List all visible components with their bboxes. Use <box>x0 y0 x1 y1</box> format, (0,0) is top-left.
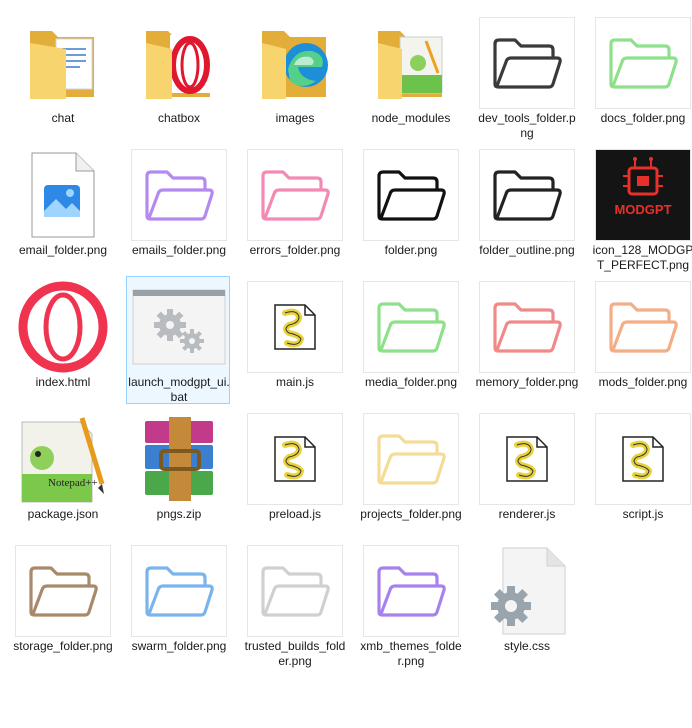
file-item[interactable]: MODGPT icon_128_MODGPT_PERFECT.png <box>590 144 692 272</box>
js-script-file-icon <box>247 281 343 373</box>
file-item[interactable]: script.js <box>590 408 692 536</box>
file-item[interactable]: trusted_builds_folder.png <box>242 540 346 668</box>
file-item[interactable]: node_modules <box>358 12 462 140</box>
file-item[interactable]: email_folder.png <box>10 144 114 272</box>
file-name-label: renderer.js <box>498 507 556 521</box>
folder-outline-icon <box>15 545 111 637</box>
file-name-label: index.html <box>35 375 91 389</box>
file-name-label: images <box>275 111 315 125</box>
file-name-label: storage_folder.png <box>13 639 113 653</box>
folder-outline-icon <box>247 545 343 637</box>
file-name-label: folder.png <box>384 243 438 257</box>
explorer-folder-notepadpp-icon <box>363 17 459 109</box>
winrar-archive-icon <box>131 413 227 505</box>
file-item[interactable]: errors_folder.png <box>242 144 346 272</box>
file-name-label: trusted_builds_folder.png <box>244 639 346 668</box>
svg-text:MODGPT: MODGPT <box>614 202 671 217</box>
file-item[interactable]: folder.png <box>358 144 462 272</box>
file-name-label: pngs.zip <box>156 507 202 521</box>
file-name-label: swarm_folder.png <box>131 639 227 653</box>
folder-outline-icon <box>363 281 459 373</box>
explorer-folder-opera-icon <box>131 17 227 109</box>
file-name-label: dev_tools_folder.png <box>478 111 576 140</box>
file-name-label: memory_folder.png <box>475 375 579 389</box>
file-item[interactable]: emails_folder.png <box>126 144 230 272</box>
file-name-label: icon_128_MODGPT_PERFECT.png <box>592 243 692 272</box>
modgpt-chip-icon: MODGPT <box>595 149 691 241</box>
file-name-label: errors_folder.png <box>249 243 341 257</box>
file-name-label: main.js <box>275 375 314 389</box>
file-grid: chat chatbox images node_modules dev_too… <box>0 0 692 728</box>
file-item[interactable]: xmb_themes_folder.png <box>358 540 462 668</box>
file-name-label: package.json <box>27 507 99 521</box>
file-item[interactable]: images <box>242 12 346 140</box>
file-name-label: chat <box>51 111 75 125</box>
file-name-label: emails_folder.png <box>131 243 227 257</box>
file-item[interactable]: dev_tools_folder.png <box>474 12 578 140</box>
file-name-label: node_modules <box>371 111 451 125</box>
folder-outline-icon <box>595 17 691 109</box>
folder-outline-icon <box>247 149 343 241</box>
file-name-label: launch_modgpt_ui.bat <box>128 375 230 404</box>
opera-logo-icon <box>15 281 111 373</box>
file-name-label: preload.js <box>268 507 322 521</box>
batch-gears-icon <box>131 281 227 373</box>
file-name-label: projects_folder.png <box>360 507 462 521</box>
file-name-label: media_folder.png <box>364 375 458 389</box>
file-item[interactable]: main.js <box>242 276 346 404</box>
file-item[interactable]: storage_folder.png <box>10 540 114 668</box>
explorer-folder-document-icon <box>15 17 111 109</box>
folder-outline-icon <box>479 281 575 373</box>
file-item[interactable]: preload.js <box>242 408 346 536</box>
folder-outline-icon <box>131 149 227 241</box>
file-item[interactable]: docs_folder.png <box>590 12 692 140</box>
explorer-folder-edge-icon <box>247 17 343 109</box>
file-item[interactable]: folder_outline.png <box>474 144 578 272</box>
file-item[interactable]: projects_folder.png <box>358 408 462 536</box>
file-item[interactable]: swarm_folder.png <box>126 540 230 668</box>
folder-outline-icon <box>479 149 575 241</box>
file-item[interactable]: Notepad++ package.json <box>10 408 114 536</box>
file-item[interactable]: launch_modgpt_ui.bat <box>126 276 230 404</box>
file-name-label: docs_folder.png <box>600 111 686 125</box>
file-item[interactable]: memory_folder.png <box>474 276 578 404</box>
file-name-label: xmb_themes_folder.png <box>360 639 462 668</box>
js-script-file-icon <box>479 413 575 505</box>
js-script-file-icon <box>247 413 343 505</box>
file-name-label: style.css <box>503 639 550 653</box>
file-item[interactable]: media_folder.png <box>358 276 462 404</box>
js-script-file-icon <box>595 413 691 505</box>
file-item[interactable]: style.css <box>474 540 578 668</box>
folder-outline-icon <box>363 545 459 637</box>
svg-text:Notepad++: Notepad++ <box>48 477 98 489</box>
file-name-label: chatbox <box>157 111 201 125</box>
folder-outline-icon <box>363 149 459 241</box>
file-name-label: script.js <box>622 507 664 521</box>
file-name-label: email_folder.png <box>18 243 108 257</box>
file-item[interactable]: index.html <box>10 276 114 404</box>
notepadpp-file-icon: Notepad++ <box>15 413 111 505</box>
folder-outline-icon <box>595 281 691 373</box>
folder-outline-icon <box>131 545 227 637</box>
folder-outline-icon <box>363 413 459 505</box>
file-item[interactable]: mods_folder.png <box>590 276 692 404</box>
file-item[interactable]: renderer.js <box>474 408 578 536</box>
file-item[interactable]: pngs.zip <box>126 408 230 536</box>
image-file-icon <box>15 149 111 241</box>
file-name-label: folder_outline.png <box>479 243 575 257</box>
file-item[interactable]: chatbox <box>126 12 230 140</box>
css-settings-file-icon <box>479 545 575 637</box>
file-item[interactable]: chat <box>10 12 114 140</box>
folder-outline-icon <box>479 17 575 109</box>
file-name-label: mods_folder.png <box>598 375 688 389</box>
